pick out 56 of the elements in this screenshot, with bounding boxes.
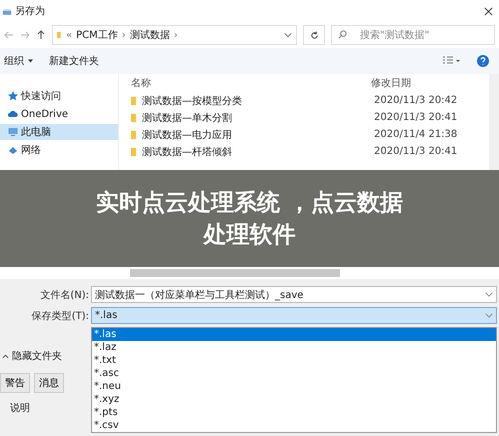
file-name[interactable]: 测试数据—单木分割 (142, 110, 368, 124)
file-type-option[interactable]: *.pts (92, 406, 496, 419)
file-type-option[interactable]: *.laz (92, 341, 496, 354)
monitor-icon (8, 127, 18, 137)
dropdown-arrow-icon[interactable] (28, 59, 33, 63)
modified-date: 2020/11/3 20:41 (374, 146, 458, 157)
network-icon (8, 145, 18, 155)
file-type-option[interactable]: *.csv (92, 419, 496, 432)
vertical-scrollbar[interactable] (489, 74, 499, 170)
help-icon[interactable] (477, 55, 489, 67)
toolbar-button[interactable]: 组织 (4, 54, 33, 68)
refresh-icon (310, 30, 318, 40)
column-header[interactable]: 名称 (131, 76, 371, 90)
sidebar-item[interactable]: OneDrive (0, 106, 118, 122)
horizontal-scrollbar[interactable] (130, 269, 340, 277)
modified-date: 2020/11/4 21:38 (374, 129, 458, 140)
star-icon (8, 91, 18, 101)
file-type-dropdown[interactable]: *.las (91, 307, 497, 324)
close-icon[interactable] (484, 6, 493, 16)
chevron-down-icon[interactable] (284, 32, 292, 38)
file-name[interactable]: 测试数据—杆塔倾斜 (142, 144, 368, 158)
file-type-option[interactable]: *.asc (92, 367, 496, 380)
sidebar-item[interactable]: 此电脑 (0, 124, 118, 140)
title-banner: 实时点云处理系统 ，点云数据 处理软件 (0, 170, 499, 267)
chevron-up-icon[interactable] (2, 354, 9, 358)
up-arrow-icon[interactable] (36, 30, 46, 40)
file-type-option[interactable]: *.neu (92, 380, 496, 393)
address-bar[interactable]: « PCM工作 › 测试数据 › (52, 25, 297, 45)
tab[interactable]: 警告 (0, 373, 30, 393)
toolbar-button[interactable]: 新建文件夹 (49, 54, 99, 68)
file-name-field[interactable]: 测试数据一（对应菜单栏与工具栏测试）_save (91, 286, 497, 303)
file-type-option[interactable]: *.txt (92, 354, 496, 367)
file-type-option[interactable]: *.xyz (92, 393, 496, 406)
file-type-option[interactable]: *.las (92, 328, 496, 341)
cloud-icon (8, 109, 18, 119)
file-type-label: 保存类型(T): (30, 310, 90, 322)
modified-date: 2020/11/3 20:42 (374, 95, 458, 106)
refresh-button[interactable] (303, 25, 325, 45)
window-title: 另存为 (15, 4, 46, 18)
chevron-down-icon (485, 313, 493, 318)
sidebar-item[interactable]: 网络 (0, 142, 118, 158)
hide-folders-toggle[interactable]: 隐藏文件夹 (12, 349, 62, 363)
modified-date: 2020/11/3 20:41 (374, 112, 458, 123)
folder-icon (57, 30, 62, 40)
view-options-icon[interactable] (441, 56, 461, 66)
save-icon (2, 6, 12, 16)
search-icon (338, 30, 347, 39)
sidebar-item[interactable]: 快速访问 (0, 88, 118, 104)
column-header[interactable]: 修改日期 (371, 76, 411, 90)
search-field[interactable]: 搜索"测试数据" (331, 25, 495, 45)
file-name[interactable]: 测试数据—电力应用 (142, 128, 368, 142)
file-name[interactable]: 测试数据—按模型分类 (142, 94, 368, 108)
chevron-down-icon[interactable] (485, 292, 493, 297)
column-header: 说明 (9, 402, 31, 415)
tab[interactable]: 消息 (34, 373, 64, 393)
file-name-label: 文件名(N): (39, 288, 90, 302)
